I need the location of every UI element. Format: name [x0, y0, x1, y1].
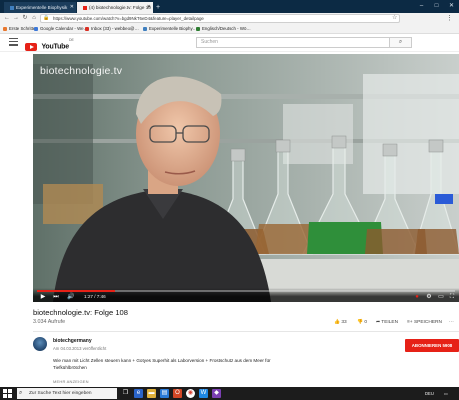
bookmark-favicon-icon [3, 26, 7, 31]
youtube-logo[interactable]: YouTubeDE [25, 38, 74, 51]
home-icon[interactable]: ⌂ [29, 13, 39, 24]
share-arrow-icon: ➦ [376, 320, 381, 325]
tab-favicon [10, 5, 14, 10]
view-count: 3.034 Aufrufe [33, 319, 66, 325]
minimize-button[interactable]: – [414, 0, 429, 13]
maximize-button[interactable]: □ [429, 0, 444, 13]
show-more-link[interactable]: MEHR ANZEIGEN [53, 379, 89, 384]
search-button[interactable]: ⌕ [390, 37, 412, 48]
theater-mode-icon[interactable]: ▭ [436, 292, 446, 302]
settings-gear-icon[interactable]: ⚙ [424, 292, 434, 302]
address-bar[interactable]: https://www.youtube.com/watch?v=bgd9NkT6… [40, 14, 400, 23]
next-icon[interactable]: ⏭ [51, 292, 61, 302]
divider [33, 331, 459, 332]
play-icon[interactable]: ▶ [38, 292, 48, 302]
system-tray-language[interactable]: DEU [425, 388, 434, 399]
calendar-icon [34, 26, 38, 31]
new-tab-button[interactable]: + [153, 2, 163, 13]
add-playlist-icon: ≡+ [407, 320, 413, 325]
volume-icon[interactable]: 🔊 [65, 292, 77, 302]
taskbar-search-input[interactable]: Zur Suche Text hier eingeben [17, 388, 117, 399]
file-explorer-icon[interactable]: ▬ [147, 389, 156, 398]
windows-start-icon[interactable] [3, 389, 12, 398]
bookmark-item[interactable]: Experimentelle Biophy… [143, 24, 197, 34]
tab-experimentelle-biophysik[interactable]: Experimentelle Biophysik ✕ [4, 2, 76, 13]
more-actions-icon[interactable]: ··· [449, 319, 454, 327]
edge-browser-icon[interactable]: e [134, 389, 143, 398]
close-tab-icon[interactable]: ✕ [147, 2, 151, 13]
video-description: Wie man mit Licht Zellen steuern kann + … [53, 358, 271, 370]
tab-label: Experimentelle Biophysik [16, 5, 68, 10]
channel-name[interactable]: biotechgermany [53, 338, 92, 344]
youtube-play-logo-icon [25, 42, 37, 51]
video-frame [33, 54, 459, 302]
lock-icon: 🔒 [43, 15, 50, 21]
time-display: 1:27 / 7:46 [84, 294, 106, 299]
subscribe-button[interactable]: ABONNIEREN 5908 [405, 339, 459, 352]
bookmark-item[interactable]: Inbox (33) - webbeo@… [85, 24, 139, 34]
youtube-favicon-icon [83, 5, 87, 10]
search-icon: ⌕ [19, 390, 23, 396]
search-icon: ⌕ [398, 39, 403, 45]
task-view-icon[interactable]: ❐ [121, 389, 130, 398]
youtube-red-icon[interactable]: ● [412, 292, 422, 302]
bookmark-item[interactable]: Google Calendar - We… [34, 24, 88, 34]
app-icon[interactable]: ◆ [212, 389, 221, 398]
channel-avatar[interactable] [33, 337, 47, 351]
close-tab-icon[interactable]: ✕ [70, 2, 74, 13]
tab-biotechnologie-tv[interactable]: (4) biotechnologie.tv: Folge 10 ✕ [77, 2, 153, 13]
bookmark-item[interactable]: Englisch/Deutsch - Wö… [196, 24, 251, 34]
store-icon[interactable]: ▤ [160, 389, 169, 398]
thumbs-down-icon: 👎 [357, 320, 363, 325]
office-icon[interactable]: O [173, 389, 182, 398]
browser-menu-icon[interactable]: ⋮ [446, 13, 453, 24]
dislike-button[interactable]: 👎 0 [357, 319, 367, 327]
thumbs-up-icon: 👍 [334, 320, 340, 325]
mail-icon [85, 26, 89, 31]
video-player[interactable] [33, 54, 459, 302]
bookmark-favicon-icon [143, 26, 147, 31]
share-button[interactable]: ➦ TEILEN [376, 319, 398, 327]
hamburger-menu-icon[interactable] [9, 38, 18, 46]
close-window-button[interactable]: ✕ [444, 0, 459, 13]
notifications-icon[interactable]: ▭ [444, 388, 448, 399]
tab-label: (4) biotechnologie.tv: Folge 10 [89, 5, 151, 10]
fullscreen-icon[interactable]: ⛶ [447, 292, 457, 302]
video-title: biotechnologie.tv: Folge 108 [33, 308, 128, 317]
like-button[interactable]: 👍 33 [334, 319, 347, 327]
save-button[interactable]: ≡+ SPEICHERN [407, 319, 442, 327]
bookmark-star-icon[interactable]: ☆ [392, 14, 397, 23]
search-input[interactable]: Suchen [196, 37, 390, 48]
video-watermark: biotechnologie.tv [40, 65, 123, 77]
bookmark-item[interactable]: Erste Schritte [3, 24, 35, 34]
dictionary-icon [196, 26, 200, 31]
publish-date: Am 04.03.2013 veröffentlicht [53, 346, 107, 351]
word-icon[interactable]: W [199, 389, 208, 398]
chrome-icon[interactable]: ◉ [186, 389, 195, 398]
